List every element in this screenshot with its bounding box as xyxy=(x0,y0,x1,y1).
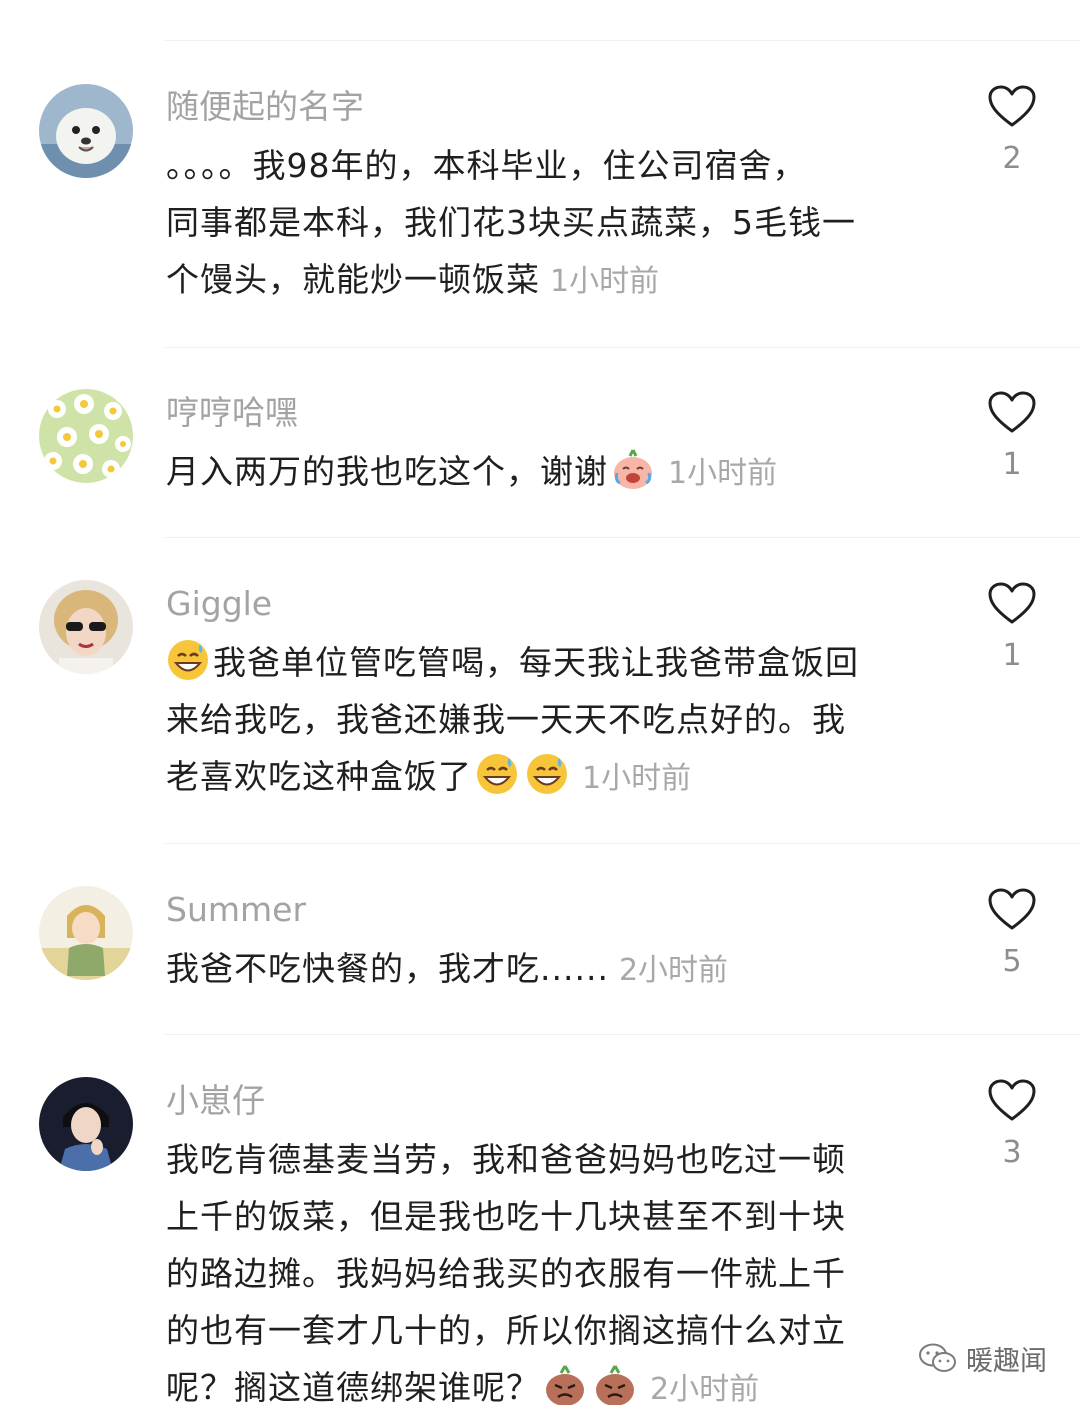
comment-line: 我爸不吃快餐的，我才吃...... xyxy=(166,949,609,988)
comment-line: 我爸单位管吃管喝，每天我让我爸带盒饭回 xyxy=(213,643,859,682)
comment-text: 。。。。我98年的，本科毕业，住公司宿舍， 同事都是本科，我们花3块买点蔬菜，5… xyxy=(166,137,936,308)
heart-icon[interactable] xyxy=(988,582,1036,626)
comment-text: 我爸单位管吃管喝，每天我让我爸带盒饭回 来给我吃，我爸还嫌我一天天不吃点好的。我… xyxy=(166,634,936,805)
comment-text: 我吃肯德基麦当劳，我和爸爸妈妈也吃过一顿 上千的饭菜，但是我也吃十几块甚至不到十… xyxy=(166,1131,936,1405)
heart-icon[interactable] xyxy=(988,888,1036,932)
timestamp: 2小时前 xyxy=(618,953,729,988)
divider xyxy=(165,843,1080,844)
comment-line: 。。。。我98年的，本科毕业，住公司宿舍， xyxy=(166,146,807,185)
like-count: 1 xyxy=(1002,638,1022,673)
seal-avatar[interactable] xyxy=(39,84,133,178)
comment-line: 月入两万的我也吃这个，谢谢 xyxy=(166,452,608,491)
angry-sprout-emoji xyxy=(593,1363,637,1405)
username[interactable]: 哼哼哈嘿 xyxy=(166,391,298,435)
divider xyxy=(165,537,1080,538)
like-button[interactable]: 1 xyxy=(985,582,1039,674)
comment-line: 我爸单位管吃管喝，每天我让我爸带盒饭回 xyxy=(166,634,936,691)
comment-line: 我吃肯德基麦当劳，我和爸爸妈妈也吃过一顿 xyxy=(166,1140,846,1179)
comment-line-last: 月入两万的我也吃这个，谢谢 1小时前 xyxy=(166,443,936,500)
username[interactable]: Summer xyxy=(166,888,306,932)
comment-line: 呢？搁这道德绑架谁呢？ xyxy=(166,1368,540,1405)
woman-sunglasses-avatar[interactable] xyxy=(39,580,133,674)
like-button[interactable]: 5 xyxy=(985,888,1039,980)
watermark-text: 暖趣闻 xyxy=(966,1345,1047,1377)
comment-line-last: 我爸不吃快餐的，我才吃...... 2小时前 xyxy=(166,940,936,997)
angry-sprout-emoji xyxy=(543,1363,587,1405)
comment-line: 老喜欢吃这种盒饭了 xyxy=(166,757,472,796)
heart-icon[interactable] xyxy=(988,1079,1036,1123)
sweat-smile-emoji xyxy=(525,752,569,796)
like-button[interactable]: 2 xyxy=(985,85,1039,177)
username[interactable]: Giggle xyxy=(166,582,272,626)
heart-icon[interactable] xyxy=(988,391,1036,435)
timestamp: 2小时前 xyxy=(650,1372,760,1405)
divider xyxy=(165,347,1080,348)
crying-laughing-emoji xyxy=(611,447,655,491)
timestamp: 1小时前 xyxy=(668,456,778,491)
comment-line: 来给我吃，我爸还嫌我一天天不吃点好的。我 xyxy=(166,700,846,739)
like-count: 3 xyxy=(1002,1135,1022,1170)
username[interactable]: 随便起的名字 xyxy=(166,85,364,129)
divider xyxy=(165,40,1080,41)
comment-line: 的路边摊。我妈妈给我买的衣服有一件就上千 xyxy=(166,1254,846,1293)
comment-line-last: 呢？搁这道德绑架谁呢？ 2小时前 xyxy=(166,1359,936,1405)
timestamp: 1小时前 xyxy=(582,761,692,796)
comment-text: 我爸不吃快餐的，我才吃...... 2小时前 xyxy=(166,940,936,997)
comment-line-last: 个馒头，就能炒一顿饭菜 1小时前 xyxy=(166,251,936,308)
comment-line: 上千的饭菜，但是我也吃十几块甚至不到十块 xyxy=(166,1197,846,1236)
comment-text: 月入两万的我也吃这个，谢谢 1小时前 xyxy=(166,443,936,500)
comment-line-last: 老喜欢吃这种盒饭了 1小时前 xyxy=(166,748,936,805)
sweat-smile-emoji xyxy=(166,638,210,682)
like-count: 2 xyxy=(1002,141,1022,176)
like-count: 5 xyxy=(1002,944,1022,979)
like-button[interactable]: 1 xyxy=(985,391,1039,483)
heart-icon[interactable] xyxy=(988,85,1036,129)
watermark: 暖趣闻 xyxy=(918,1338,1047,1378)
divider xyxy=(165,1034,1080,1035)
man-portrait-avatar[interactable] xyxy=(39,1077,133,1171)
comment-line: 的也有一套才几十的，所以你搁这搞什么对立 xyxy=(166,1311,846,1350)
anime-character-avatar[interactable] xyxy=(39,886,133,980)
sweat-smile-emoji xyxy=(475,752,519,796)
timestamp: 1小时前 xyxy=(550,264,660,299)
comment-line: 个馒头，就能炒一顿饭菜 xyxy=(166,260,540,299)
wechat-icon xyxy=(919,1343,956,1372)
comment-line: 同事都是本科，我们花3块买点蔬菜，5毛钱一 xyxy=(166,203,856,242)
like-count: 1 xyxy=(1002,447,1022,482)
username[interactable]: 小崽仔 xyxy=(166,1079,265,1123)
daisy-flowers-avatar[interactable] xyxy=(39,389,133,483)
like-button[interactable]: 3 xyxy=(985,1079,1039,1171)
